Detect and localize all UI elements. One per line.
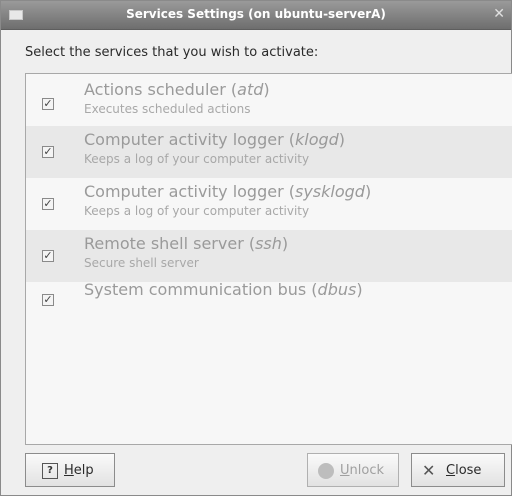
help-mnemonic: H	[64, 463, 74, 478]
services-settings-window: Services Settings (on ubuntu-serverA) ✕ …	[0, 0, 512, 496]
service-title: Remote shell server	[84, 234, 244, 253]
service-checkbox[interactable]: ✓	[42, 250, 54, 262]
close-button[interactable]: ✕ Close	[411, 453, 505, 487]
help-button[interactable]: ? Help	[25, 453, 115, 487]
service-row-sysklogd[interactable]: ✓ Computer activity logger (sysklogd) Ke…	[26, 178, 512, 230]
help-icon: ?	[42, 463, 58, 479]
service-title: System communication bus	[84, 280, 307, 299]
unlock-label-rest: nlock	[349, 463, 384, 478]
service-row-dbus[interactable]: ✓ System communication bus (dbus)	[26, 280, 512, 334]
service-name: Remote shell server (ssh)	[84, 234, 289, 253]
service-title: Actions scheduler	[84, 80, 226, 99]
unlock-mnemonic: U	[340, 463, 350, 478]
service-daemon: ssh	[255, 234, 282, 253]
close-x-icon: ✕	[422, 461, 436, 480]
service-daemon: atd	[237, 80, 264, 99]
instruction-text: Select the services that you wish to act…	[25, 45, 319, 60]
service-row-ssh[interactable]: ✓ Remote shell server (ssh) Secure shell…	[26, 230, 512, 282]
close-mnemonic: C	[446, 463, 456, 478]
services-list: ✓ Actions scheduler (atd) Executes sched…	[25, 73, 512, 445]
service-daemon: sysklogd	[294, 182, 365, 201]
help-button-label: Help	[64, 463, 94, 478]
title-bar[interactable]: Services Settings (on ubuntu-serverA) ✕	[1, 1, 511, 30]
service-description: Executes scheduled actions	[84, 102, 251, 116]
close-icon[interactable]: ✕	[493, 6, 505, 22]
service-description: Keeps a log of your computer activity	[84, 204, 310, 218]
close-button-label: Close	[446, 463, 481, 478]
lock-icon	[318, 463, 334, 479]
service-checkbox[interactable]: ✓	[42, 294, 54, 306]
service-checkbox[interactable]: ✓	[42, 198, 54, 210]
close-label-rest: lose	[455, 463, 482, 478]
service-name: Actions scheduler (atd)	[84, 80, 270, 99]
unlock-button[interactable]: Unlock	[307, 453, 399, 487]
service-description: Keeps a log of your computer activity	[84, 152, 310, 166]
service-row-klogd[interactable]: ✓ Computer activity logger (klogd) Keeps…	[26, 126, 512, 178]
service-daemon: dbus	[317, 280, 357, 299]
service-name: Computer activity logger (sysklogd)	[84, 182, 372, 201]
service-checkbox[interactable]: ✓	[42, 146, 54, 158]
service-row-atd[interactable]: ✓ Actions scheduler (atd) Executes sched…	[26, 74, 512, 126]
help-label-rest: elp	[73, 463, 94, 478]
service-title: Computer activity logger	[84, 130, 284, 149]
service-description: Secure shell server	[84, 256, 199, 270]
service-name: System communication bus (dbus)	[84, 280, 363, 299]
service-title: Computer activity logger	[84, 182, 284, 201]
unlock-button-label: Unlock	[340, 463, 384, 478]
service-name: Computer activity logger (klogd)	[84, 130, 346, 149]
window-title: Services Settings (on ubuntu-serverA)	[126, 7, 386, 21]
service-checkbox[interactable]: ✓	[42, 98, 54, 110]
service-daemon: klogd	[294, 130, 339, 149]
